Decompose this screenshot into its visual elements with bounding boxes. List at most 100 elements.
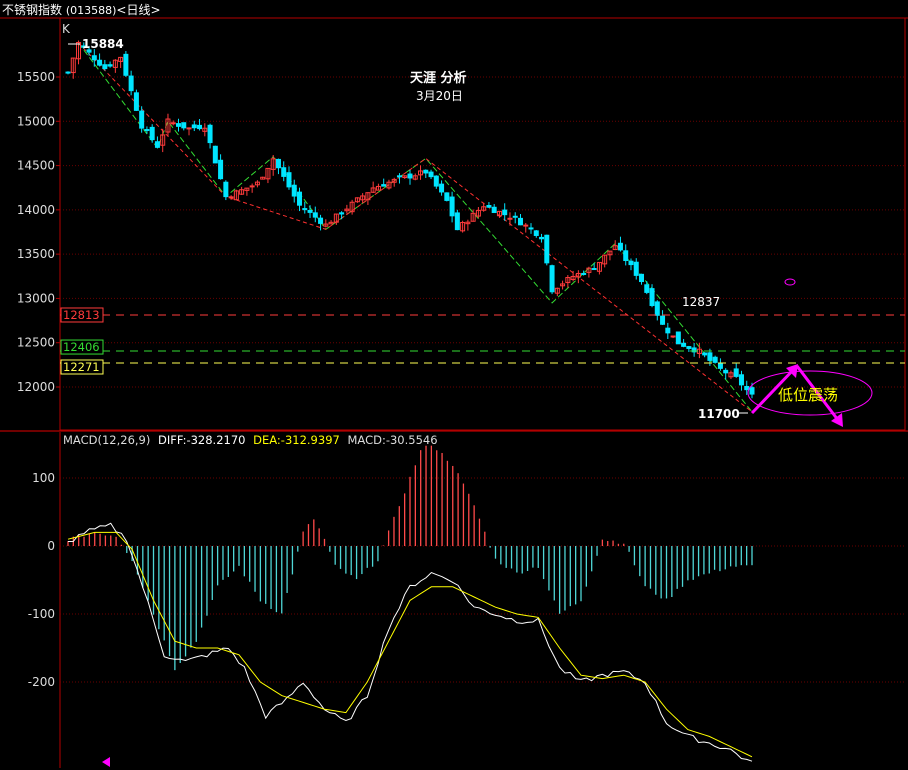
candle-body-down	[318, 217, 324, 224]
price-tick-label: 14000	[17, 203, 55, 217]
candle-body-down	[181, 122, 187, 129]
macd-indicator-name: MACD(12,26,9)	[63, 433, 151, 447]
candle	[475, 206, 481, 219]
candle	[328, 220, 334, 225]
candle	[391, 177, 397, 187]
candle-body-down	[744, 386, 750, 391]
candle	[660, 310, 666, 325]
candle	[260, 176, 266, 180]
candle-body-down	[707, 352, 713, 361]
candle	[670, 335, 676, 339]
candle	[528, 223, 534, 234]
candle	[623, 244, 629, 266]
candle	[517, 214, 523, 226]
candle-body-down	[407, 173, 413, 179]
mid-price-label: 12837	[682, 295, 720, 309]
candle	[202, 123, 208, 137]
candle	[717, 358, 723, 371]
candle	[118, 56, 124, 68]
candle-body-down	[623, 250, 629, 262]
candle-body-down	[281, 167, 287, 177]
candle-body-down	[307, 210, 313, 213]
candle-body-down	[644, 284, 650, 293]
candle	[418, 165, 424, 180]
candle	[286, 166, 292, 190]
candle	[444, 192, 450, 202]
candle-body-up	[670, 335, 676, 338]
candle-body-down	[312, 212, 318, 218]
candle-body-down	[139, 110, 145, 129]
candle	[465, 219, 471, 231]
diff-line	[67, 522, 753, 762]
candle-body-up	[186, 127, 192, 130]
candle	[523, 222, 529, 233]
candle	[302, 201, 308, 214]
candle	[91, 49, 97, 67]
candle-body-down	[123, 53, 129, 76]
candle-body-up	[249, 185, 255, 188]
candle-body-down	[738, 374, 744, 386]
price-tick-label: 12500	[17, 336, 55, 350]
candle	[596, 261, 602, 275]
candle-body-down	[339, 212, 345, 215]
candle	[654, 300, 660, 321]
candle	[512, 212, 518, 224]
candle-body-down	[302, 208, 308, 211]
candle	[318, 214, 324, 231]
candle-body-down	[223, 181, 229, 198]
candle-body-down	[528, 227, 534, 230]
candle-body-down	[702, 352, 708, 356]
candle-body-down	[144, 129, 150, 132]
candle	[639, 273, 645, 285]
candle-body-down	[544, 234, 550, 264]
candle	[197, 119, 203, 131]
candle	[102, 59, 108, 71]
candle-body-down	[133, 92, 139, 111]
candle-body-down	[639, 273, 645, 283]
candle-body-down	[212, 145, 218, 164]
price-tick-label: 13000	[17, 291, 55, 305]
instrument-name: 不锈钢指数	[2, 3, 63, 17]
annotation-label: 低位震荡	[778, 386, 838, 404]
candle	[312, 206, 318, 223]
candle-body-down	[512, 215, 518, 218]
candle	[97, 53, 103, 67]
candle-body-down	[533, 230, 539, 236]
candle-body-down	[286, 172, 292, 188]
corner-label: K	[62, 22, 71, 36]
candle	[507, 212, 513, 226]
window-title: 不锈钢指数 (013588)<日线>	[2, 1, 161, 18]
candle-body-down	[649, 288, 655, 306]
candle	[70, 57, 76, 79]
candle-body-down	[617, 242, 623, 251]
candle	[149, 124, 155, 143]
annotation-date: 3月20日	[416, 89, 463, 103]
candle-body-down	[654, 301, 660, 316]
macd-tick-label: -100	[28, 607, 55, 621]
candle	[439, 180, 445, 196]
candle	[339, 211, 345, 220]
candle	[186, 127, 192, 136]
candle	[291, 179, 297, 203]
candle	[254, 180, 260, 188]
candle-body-down	[396, 175, 402, 178]
candle-body-down	[197, 124, 203, 130]
macd-tick-label: -200	[28, 675, 55, 689]
price-tick-label: 14500	[17, 159, 55, 173]
candle	[628, 258, 634, 271]
candle	[297, 187, 303, 212]
macd-dea-value: DEA:-312.9397	[253, 433, 340, 447]
candle	[275, 158, 281, 175]
candle	[423, 169, 429, 178]
candle-body-down	[717, 363, 723, 369]
candle	[712, 355, 718, 364]
candle-body-down	[291, 184, 297, 197]
macd-histogram	[67, 445, 753, 671]
candles	[65, 40, 755, 399]
period-label: <日线>	[116, 3, 161, 17]
candle	[207, 123, 213, 149]
candle	[617, 236, 623, 252]
candle-body-down	[723, 369, 729, 374]
candle	[665, 322, 671, 340]
candle	[154, 136, 160, 149]
